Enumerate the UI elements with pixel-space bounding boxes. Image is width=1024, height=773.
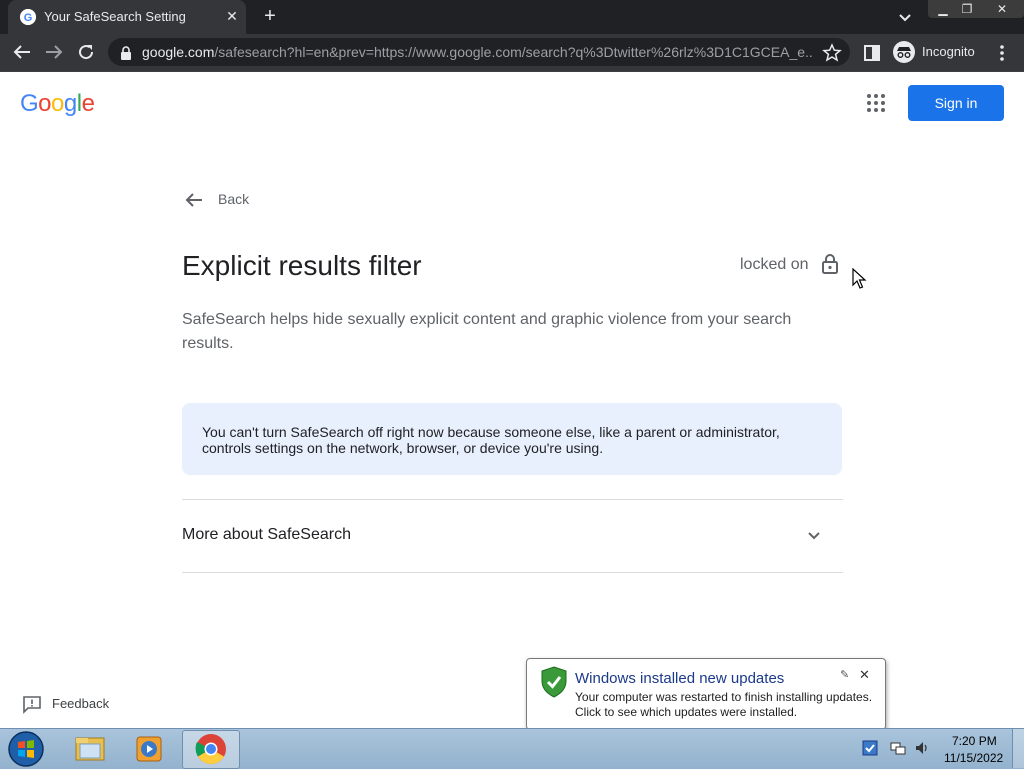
- divider: [182, 572, 843, 573]
- logo-letter: o: [51, 90, 64, 117]
- filter-status-label: locked on: [740, 256, 809, 273]
- locked-notice-text: You can't turn SafeSearch off right now …: [202, 424, 780, 456]
- tab-close-icon[interactable]: ✕: [224, 8, 240, 24]
- side-panel-icon[interactable]: [862, 43, 882, 63]
- google-favicon-icon: G: [20, 9, 36, 25]
- security-shield-check-icon: [540, 666, 568, 698]
- notification-title: Windows installed new updates: [575, 670, 785, 687]
- chrome-taskbar-icon[interactable]: [182, 730, 240, 769]
- new-tab-button[interactable]: +: [260, 6, 280, 26]
- google-logo[interactable]: Google: [20, 90, 95, 118]
- logo-letter: o: [38, 90, 52, 117]
- file-explorer-taskbar-icon[interactable]: [62, 730, 118, 767]
- mouse-cursor-icon: [852, 267, 868, 290]
- volume-tray-icon[interactable]: [914, 740, 930, 756]
- minimize-icon[interactable]: ▁: [930, 0, 956, 18]
- incognito-label: Incognito: [922, 44, 975, 59]
- windows-start-button[interactable]: [6, 730, 46, 768]
- reload-icon[interactable]: [74, 40, 98, 64]
- show-desktop-button[interactable]: [1012, 729, 1024, 768]
- url-text[interactable]: google.com/safesearch?hl=en&prev=https:/…: [142, 44, 814, 60]
- notification-close-icon[interactable]: ✕: [859, 667, 870, 683]
- feedback-link[interactable]: Feedback: [52, 696, 109, 711]
- divider: [182, 499, 843, 500]
- google-apps-grid-icon[interactable]: [866, 93, 886, 113]
- back-link[interactable]: Back: [218, 191, 249, 207]
- windows-update-tray-icon[interactable]: [862, 740, 878, 756]
- logo-letter: e: [81, 90, 95, 117]
- clock-date[interactable]: 11/15/2022: [944, 751, 1003, 765]
- chrome-menu-icon[interactable]: [994, 43, 1010, 63]
- logo-letter: g: [63, 90, 77, 117]
- svg-text:G: G: [24, 12, 33, 24]
- media-player-taskbar-icon[interactable]: [122, 730, 178, 767]
- page-title: Explicit results filter: [182, 250, 422, 281]
- chevron-down-icon[interactable]: [804, 525, 824, 545]
- feedback-icon[interactable]: [22, 694, 42, 714]
- window-controls: ▁ ❐ ✕: [928, 0, 1024, 18]
- logo-letter: G: [20, 90, 39, 117]
- notification-options-icon[interactable]: ✎: [840, 668, 849, 681]
- forward-arrow-icon[interactable]: [42, 40, 66, 64]
- sign-in-button[interactable]: Sign in: [908, 85, 1004, 121]
- clock-time[interactable]: 7:20 PM: [952, 734, 997, 748]
- bookmark-star-icon[interactable]: [822, 43, 842, 63]
- window-close-icon[interactable]: ✕: [984, 0, 1020, 18]
- tab-title: Your SafeSearch Setting: [44, 9, 186, 24]
- network-tray-icon[interactable]: [890, 740, 906, 756]
- tab-search-chevron-icon[interactable]: [896, 8, 914, 26]
- lock-icon: [818, 252, 842, 276]
- back-arrow-icon[interactable]: [10, 40, 34, 64]
- safesearch-description: SafeSearch helps hide sexually explicit …: [182, 311, 792, 352]
- padlock-icon[interactable]: [119, 45, 133, 61]
- more-about-safesearch[interactable]: More about SafeSearch: [182, 526, 351, 544]
- back-link-arrow-icon[interactable]: [182, 188, 206, 212]
- restore-icon[interactable]: ❐: [954, 0, 980, 18]
- notification-body[interactable]: Your computer was restarted to finish in…: [575, 690, 885, 720]
